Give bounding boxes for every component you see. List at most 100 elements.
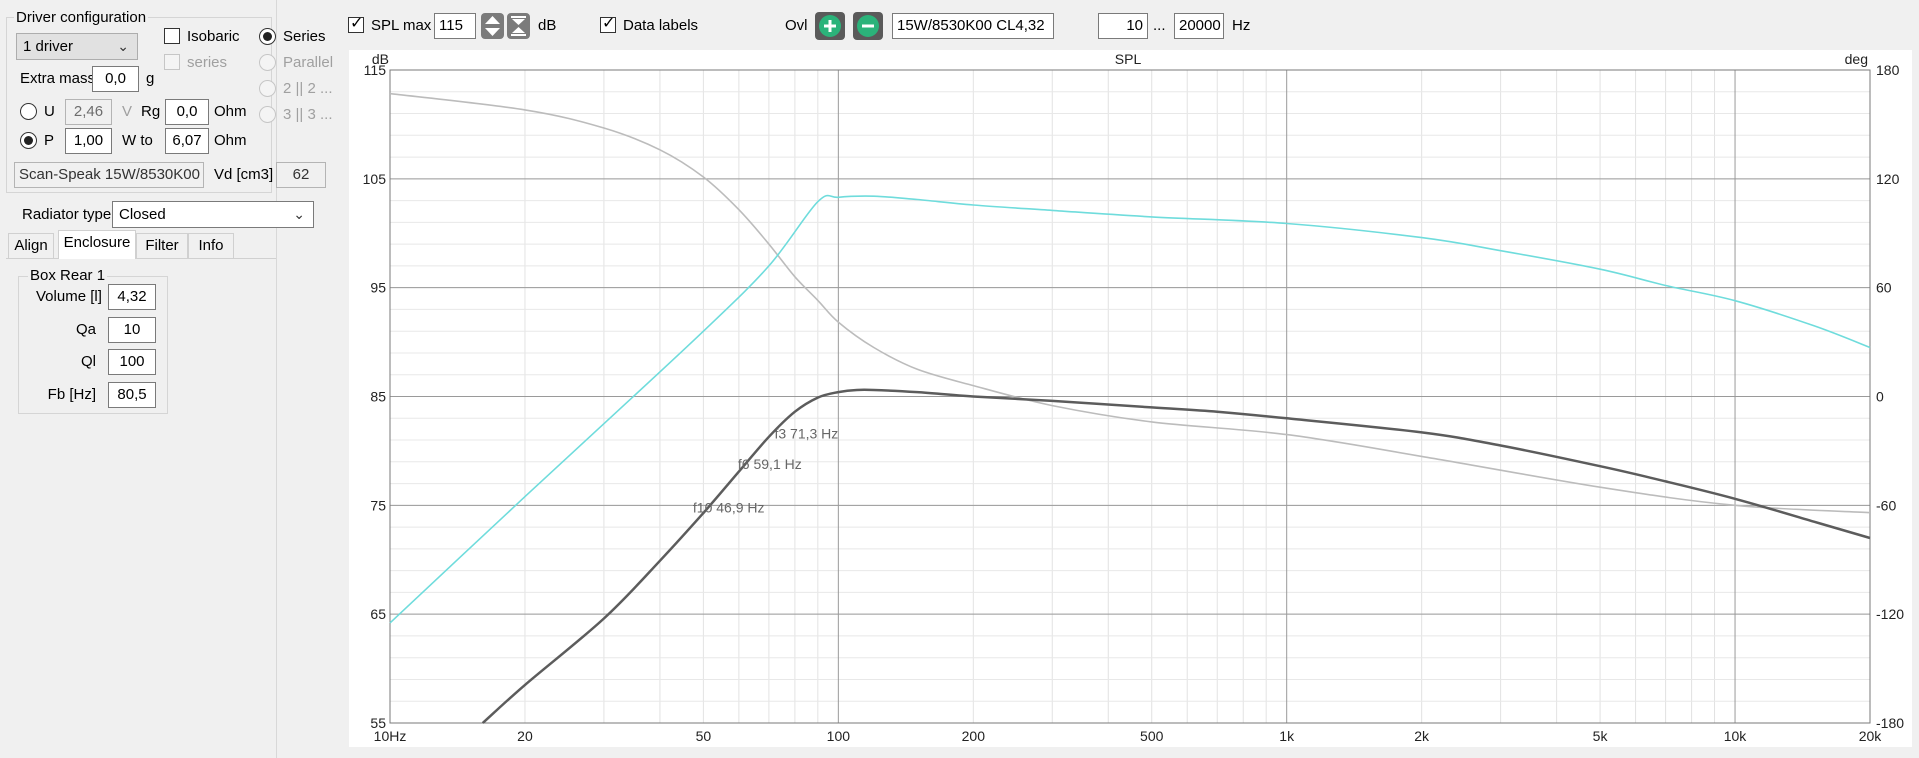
overlay-name-input[interactable]: 15W/8530K00 CL4,32 [892,13,1054,39]
plus-icon [819,15,841,37]
isobaric-label: Isobaric [187,28,240,45]
spl-unit: dB [538,17,557,34]
x-tick-label: 2k [1414,728,1430,744]
u-label: U [44,103,55,120]
panel-divider [276,0,277,758]
opt-3-label: 3 || 3 ... [283,106,333,123]
spl-max-input[interactable]: 115 [434,13,476,39]
radiator-type-select[interactable]: Closed ⌄ [112,201,314,228]
axis-labels: 10Hz 20 50 100 200 500 1k 2k 5k 10k 20k 115 105 95 85 7… [363,51,1905,744]
x-tick-label: 50 [696,728,712,744]
y2-tick-label: 120 [1876,171,1900,187]
radiator-type-value: Closed [119,206,166,223]
p-radio[interactable] [20,132,37,149]
ql-label: Ql [81,353,96,370]
volume-label: Volume [l] [36,288,102,305]
parallel-label: Parallel [283,54,334,71]
freq-unit: Hz [1232,17,1251,34]
wto-input[interactable]: 6,07 [165,128,209,154]
volume-input[interactable]: 4,32 [108,284,156,310]
remove-overlay-button[interactable] [853,12,883,40]
driver-name-field[interactable]: Scan-Speak 15W/8530K00 [14,162,204,188]
fit-range-button[interactable] [507,13,530,39]
tab-filter[interactable]: Filter [136,233,188,258]
spl-max-checkbox[interactable]: ✓ [348,15,364,33]
isobaric-checkbox[interactable] [164,28,180,44]
box-rear-title: Box Rear 1 [28,267,108,285]
radio-dot [24,136,33,145]
y-tick-label: 75 [370,497,386,513]
x-tick-label: 500 [1140,728,1164,744]
wto-label: W to [122,132,153,149]
wto-unit: Ohm [214,132,247,149]
vd-label: Vd [cm3] [214,166,274,183]
data-label: f6 59,1 Hz [738,456,802,472]
rg-input[interactable]: 0,0 [165,99,209,125]
series-label: Series [283,28,326,45]
u-input[interactable]: 2,46 [65,99,112,125]
driver-count-select[interactable]: 1 driver ⌄ [16,33,138,60]
add-overlay-button[interactable] [815,12,845,40]
spl-max-label: SPL max [371,17,432,34]
y2-tick-label: -180 [1876,715,1904,731]
rg-unit: Ohm [214,103,247,120]
chart-title: SPL [1115,51,1142,67]
up-down-arrows-icon [485,16,500,36]
driver-count-value: 1 driver [23,38,74,55]
chevron-down-icon: ⌄ [293,206,305,222]
tab-info[interactable]: Info [188,233,234,258]
data-labels-checkbox[interactable]: ✓ [600,15,616,33]
opt-3-radio[interactable] [259,106,276,123]
opt-2-radio[interactable] [259,80,276,97]
x-tick-label: 100 [827,728,851,744]
data-labels-label: Data labels [623,17,699,34]
parallel-radio[interactable] [259,54,276,71]
grid-minor [390,69,1871,724]
tab-align[interactable]: Align [8,233,54,258]
curve-spl [481,388,1871,724]
extra-mass-label: Extra mass [20,70,96,87]
opt-2-label: 2 || 2 ... [283,80,333,97]
curve-phase [389,92,1871,514]
x-tick-label: 200 [962,728,986,744]
fb-input[interactable]: 80,5 [108,382,156,408]
y2-tick-label: -120 [1876,606,1904,622]
radio-dot [263,32,272,41]
x-tick-label: 10Hz [374,728,407,744]
extra-mass-unit: g [146,70,155,87]
data-label: f3 71,3 Hz [774,426,838,442]
y-tick-label: 105 [363,171,387,187]
y2-tick-label: 0 [1876,389,1884,405]
minus-icon [857,15,879,37]
series-radio[interactable] [259,28,276,45]
freq-max-input[interactable]: 20000 [1174,13,1224,39]
freq-min-input[interactable]: 10 [1098,13,1148,39]
u-radio[interactable] [20,103,37,120]
extra-mass-input[interactable]: 0,0 [92,66,139,92]
rg-label: Rg [141,103,161,120]
y-tick-label: 85 [370,389,386,405]
spin-updown-button[interactable] [481,13,504,39]
x-tick-label: 20k [1859,728,1883,744]
y2-tick-label: -60 [1876,497,1896,513]
p-label: P [44,132,55,149]
curves [389,92,1871,724]
u-unit: V [122,103,133,120]
ql-input[interactable]: 100 [108,349,156,375]
qa-input[interactable]: 10 [108,317,156,343]
ovl-label: Ovl [785,17,808,34]
x-tick-label: 5k [1593,728,1609,744]
data-label: f10 46,9 Hz [693,500,765,516]
radiator-type-label: Radiator type [22,206,112,223]
chevron-down-icon: ⌄ [117,38,129,54]
driver-configuration-title: Driver configuration [14,9,149,27]
y-tick-label: 115 [364,62,387,78]
vd-field[interactable]: 62 [276,162,326,188]
isobaric-series-label: series [187,54,228,71]
p-input[interactable]: 1,00 [65,128,112,154]
y-tick-label: 55 [370,715,386,731]
curve-overlay [389,194,1871,624]
isobaric-series-checkbox[interactable] [164,54,180,70]
tab-enclosure[interactable]: Enclosure [58,230,136,259]
plot-frame [389,69,1871,724]
